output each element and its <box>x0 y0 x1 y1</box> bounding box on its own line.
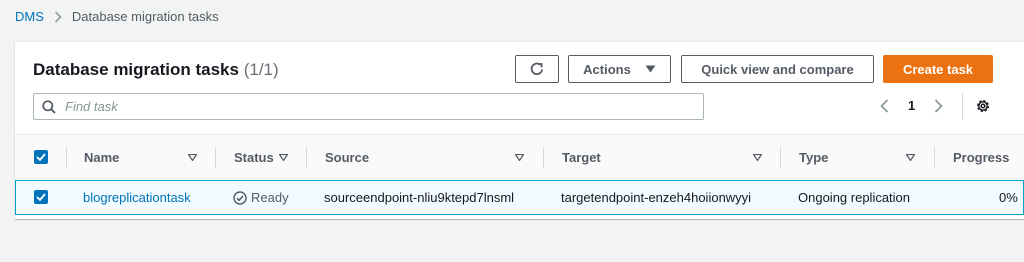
source-endpoint: sourceendpoint-nliu9ktepd7lnsml <box>324 190 515 205</box>
target-endpoint: targetendpoint-enzeh4hoiionwyyi <box>561 190 752 205</box>
column-header-source[interactable]: Source <box>325 135 369 180</box>
check-circle-icon <box>233 190 247 205</box>
table-header: Name Status Source Target Type Progress <box>15 134 1024 179</box>
task-count: (1/1) <box>243 60 279 79</box>
column-divider <box>66 147 67 168</box>
sort-caret-icon[interactable] <box>906 154 915 161</box>
actions-dropdown-button[interactable]: Actions <box>568 55 671 83</box>
breadcrumb: DMS Database migration tasks <box>15 9 219 24</box>
status-badge: Ready <box>233 181 289 214</box>
breadcrumb-dms-link[interactable]: DMS <box>15 9 44 24</box>
column-header-progress[interactable]: Progress <box>953 135 1009 180</box>
actions-label: Actions <box>583 61 631 77</box>
caret-down-icon <box>645 65 656 73</box>
search-icon <box>42 99 56 114</box>
title-text: Database migration tasks <box>33 60 239 79</box>
task-name-link[interactable]: blogreplicationtask <box>83 181 191 214</box>
progress-value: 0% <box>999 190 1018 205</box>
sort-caret-icon[interactable] <box>279 154 288 161</box>
page-number[interactable]: 1 <box>908 98 915 113</box>
sort-caret-icon[interactable] <box>515 154 524 161</box>
search-field[interactable] <box>33 93 704 120</box>
column-divider <box>215 147 216 168</box>
gear-icon[interactable] <box>975 98 991 114</box>
refresh-button[interactable] <box>515 55 559 83</box>
status-text: Ready <box>251 190 289 205</box>
chevron-left-icon[interactable] <box>880 99 889 113</box>
column-header-name[interactable]: Name <box>84 135 119 180</box>
column-header-status[interactable]: Status <box>234 135 274 180</box>
column-divider <box>306 147 307 168</box>
chevron-right-icon <box>54 10 62 23</box>
refresh-icon <box>529 61 545 77</box>
column-divider <box>934 147 935 168</box>
page-title: Database migration tasks (1/1) <box>33 60 279 80</box>
select-all-checkbox[interactable] <box>34 150 48 164</box>
sort-caret-icon[interactable] <box>753 154 762 161</box>
table-row[interactable]: blogreplicationtask Ready sourceendpoint… <box>15 180 1024 215</box>
column-divider <box>543 147 544 168</box>
row-checkbox[interactable] <box>34 190 48 204</box>
column-divider <box>780 147 781 168</box>
chevron-right-icon[interactable] <box>934 99 943 113</box>
column-header-target[interactable]: Target <box>562 135 601 180</box>
breadcrumb-current: Database migration tasks <box>71 9 219 24</box>
quick-view-compare-button[interactable]: Quick view and compare <box>681 55 874 83</box>
create-task-button[interactable]: Create task <box>883 55 993 83</box>
tasks-panel: Database migration tasks (1/1) Actions Q… <box>15 41 1024 219</box>
column-header-type[interactable]: Type <box>799 135 828 180</box>
migration-type: Ongoing replication <box>798 190 911 205</box>
sort-caret-icon[interactable] <box>188 154 197 161</box>
divider <box>962 93 963 120</box>
search-input[interactable] <box>65 99 665 114</box>
